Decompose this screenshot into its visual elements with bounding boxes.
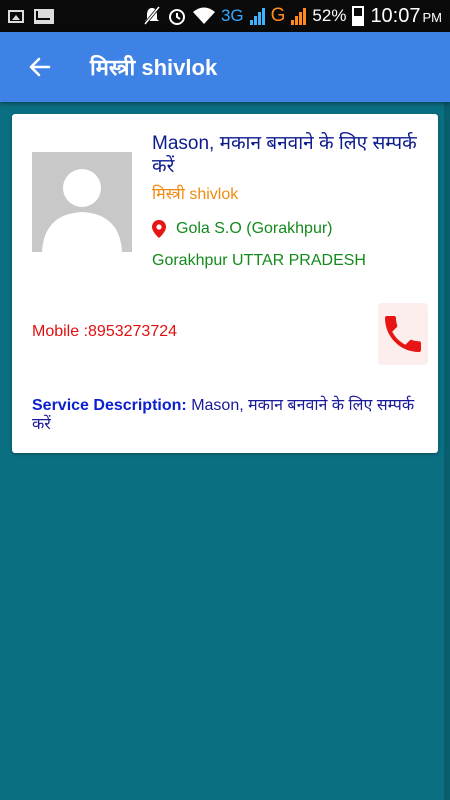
signal-icon xyxy=(291,7,307,25)
service-card: Mason, मकान बनवाने के लिए सम्पर्क करें म… xyxy=(12,114,438,453)
provider-info: Mason, मकान बनवाने के लिए सम्पर्क करें म… xyxy=(152,132,422,270)
alarm-icon xyxy=(168,9,185,25)
mobile-number[interactable]: Mobile :8953273724 xyxy=(32,323,177,341)
mute-icon xyxy=(143,6,161,25)
status-bar: 3G G 52% 10:07 PM xyxy=(0,0,450,32)
shop-name: मिस्त्री shivlok xyxy=(152,186,239,203)
back-button[interactable] xyxy=(20,47,60,87)
wifi-icon xyxy=(192,7,215,24)
avatar xyxy=(32,152,132,252)
phone-icon xyxy=(385,316,421,352)
back-arrow-icon xyxy=(29,57,51,77)
clock-time: 10:07 xyxy=(370,4,421,27)
image-icon xyxy=(8,9,24,23)
battery-icon xyxy=(352,6,365,26)
notification-icons xyxy=(8,8,54,24)
signal-icon xyxy=(249,7,265,25)
service-title: Mason, मकान बनवाने के लिए सम्पर्क करें xyxy=(152,133,417,177)
district-state: Gorakhpur UTTAR PRADESH xyxy=(152,252,366,269)
service-description: Service Description: Mason, मकान बनवाने … xyxy=(32,396,417,434)
battery-percent: 52% xyxy=(312,6,347,25)
location-row: Gola S.O (Gorakhpur) xyxy=(152,220,422,238)
locality: Gola S.O (Gorakhpur) xyxy=(176,220,333,237)
network-g-label: G xyxy=(270,5,286,26)
app-bar: मिस्त्री shivlok xyxy=(0,32,450,102)
clock-ampm: PM xyxy=(422,9,443,25)
network-3g-label: 3G xyxy=(220,6,244,25)
scroll-edge xyxy=(444,102,450,800)
location-pin-icon xyxy=(152,220,166,238)
service-description-label: Service Description: xyxy=(32,397,187,414)
page-title: मिस्त्री shivlok xyxy=(90,55,218,80)
call-button[interactable] xyxy=(378,303,428,365)
clock: 10:07 PM xyxy=(370,5,442,28)
system-icons: 3G G 52% 10:07 PM xyxy=(143,5,442,28)
person-placeholder-icon xyxy=(42,169,122,252)
mail-icon xyxy=(34,8,54,24)
